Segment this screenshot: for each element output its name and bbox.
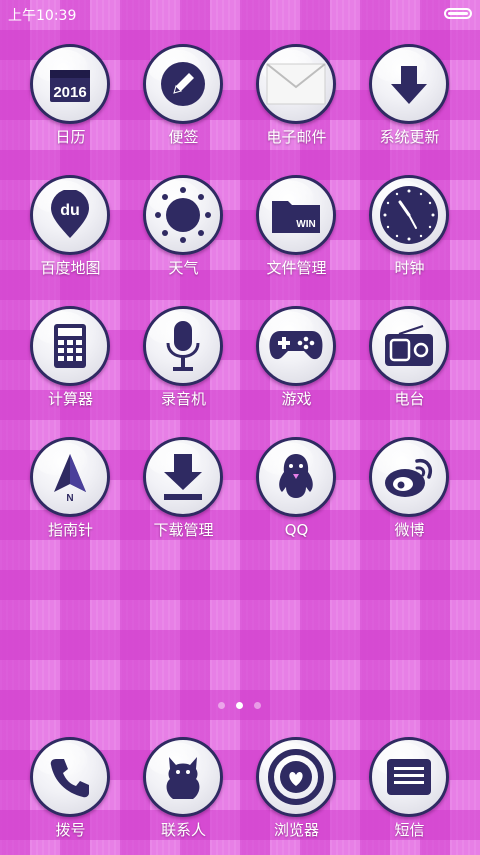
penguin-icon	[256, 437, 336, 517]
app-label: 指南针	[47, 521, 93, 539]
app-baidu-map[interactable]: du 百度地图	[14, 175, 127, 293]
page-dot[interactable]	[254, 702, 261, 709]
pencil-icon	[143, 44, 223, 124]
message-icon	[369, 737, 449, 817]
svg-text:du: du	[60, 202, 80, 219]
app-compass[interactable]: N 指南针	[14, 437, 127, 555]
status-time: 上午10:39	[8, 8, 77, 24]
app-label: 浏览器	[273, 821, 319, 839]
app-label: 短信	[394, 821, 425, 839]
app-system-update[interactable]: 系统更新	[353, 44, 466, 162]
svg-text:WIN: WIN	[296, 219, 315, 230]
app-label: 计算器	[47, 390, 93, 408]
radio-icon	[369, 306, 449, 386]
page-indicator[interactable]	[0, 702, 480, 712]
app-file-manager[interactable]: WIN 文件管理	[240, 175, 353, 293]
gamepad-icon	[256, 306, 336, 386]
app-label: 下载管理	[153, 521, 214, 539]
clock-icon	[369, 175, 449, 255]
app-label: 便签	[168, 128, 199, 146]
app-label: 微博	[394, 521, 425, 539]
app-weather[interactable]: 天气	[127, 175, 240, 293]
dock-browser[interactable]: 浏览器	[240, 737, 353, 855]
app-calculator[interactable]: 计算器	[14, 306, 127, 424]
app-email[interactable]: 电子邮件	[240, 44, 353, 162]
app-label: 天气	[168, 259, 199, 277]
svg-text:N: N	[66, 493, 73, 502]
app-label: 文件管理	[266, 259, 327, 277]
phone-icon	[30, 737, 110, 817]
app-label: 游戏	[281, 390, 312, 408]
sun-icon	[143, 175, 223, 255]
app-label: 电子邮件	[266, 128, 327, 146]
app-notes[interactable]: 便签	[127, 44, 240, 162]
app-calendar[interactable]: 2016 日历	[14, 44, 127, 162]
map-pin-icon: du	[30, 175, 110, 255]
weibo-icon	[369, 437, 449, 517]
app-label: 联系人	[160, 821, 206, 839]
app-label: QQ	[284, 521, 309, 539]
microphone-icon	[143, 306, 223, 386]
app-label: 日历	[55, 128, 86, 146]
app-qq[interactable]: QQ	[240, 437, 353, 555]
app-weibo[interactable]: 微博	[353, 437, 466, 555]
calculator-icon	[30, 306, 110, 386]
app-games[interactable]: 游戏	[240, 306, 353, 424]
dock-messages[interactable]: 短信	[353, 737, 466, 855]
browser-icon	[256, 737, 336, 817]
dock-phone[interactable]: 拨号	[14, 737, 127, 855]
envelope-icon	[256, 44, 336, 124]
svg-text:2016: 2016	[53, 84, 86, 101]
app-clock[interactable]: 时钟	[353, 175, 466, 293]
app-label: 电台	[394, 390, 425, 408]
page-dot-active[interactable]	[236, 702, 243, 709]
app-label: 时钟	[394, 259, 425, 277]
app-label: 拨号	[55, 821, 86, 839]
dock-contacts[interactable]: 联系人	[127, 737, 240, 855]
down-arrow-icon	[369, 44, 449, 124]
download-icon	[143, 437, 223, 517]
app-recorder[interactable]: 录音机	[127, 306, 240, 424]
battery-icon	[444, 8, 472, 19]
folder-icon: WIN	[256, 175, 336, 255]
app-label: 百度地图	[40, 259, 101, 277]
compass-icon: N	[30, 437, 110, 517]
app-download-manager[interactable]: 下载管理	[127, 437, 240, 555]
contact-icon	[143, 737, 223, 817]
page-dot[interactable]	[218, 702, 225, 709]
app-label: 录音机	[160, 390, 206, 408]
app-label: 系统更新	[379, 128, 440, 146]
calendar-icon: 2016	[30, 44, 110, 124]
app-radio[interactable]: 电台	[353, 306, 466, 424]
status-bar: 上午10:39	[0, 0, 480, 28]
